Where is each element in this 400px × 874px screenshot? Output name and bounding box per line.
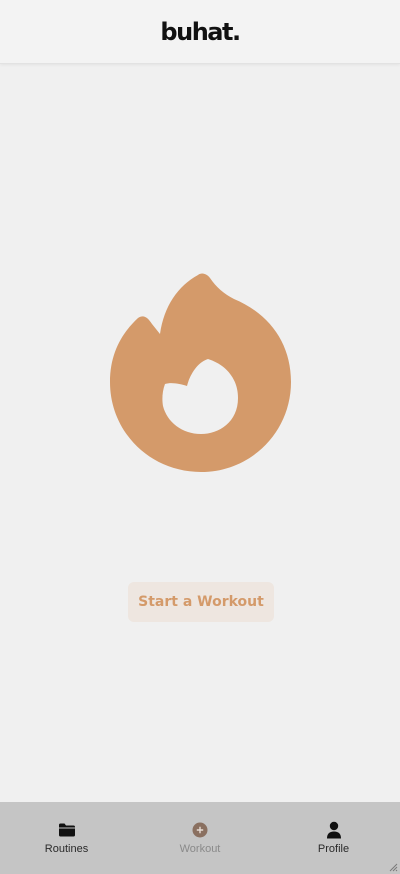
folder-icon: [58, 821, 76, 839]
app-screen: buhat. Start a Workout Routines Workout …: [0, 0, 400, 874]
bottom-nav: Routines Workout Profile: [0, 802, 400, 874]
nav-item-workout[interactable]: Workout: [134, 802, 267, 874]
resize-grip-icon[interactable]: [388, 862, 398, 872]
nav-label-profile: Profile: [317, 843, 350, 855]
nav-label-workout: Workout: [179, 843, 221, 855]
nav-item-profile[interactable]: Profile: [267, 802, 400, 874]
nav-label-routines: Routines: [44, 843, 89, 855]
person-icon: [325, 821, 343, 839]
start-workout-button[interactable]: Start a Workout: [128, 582, 274, 622]
nav-item-routines[interactable]: Routines: [0, 802, 133, 874]
start-workout-label: Start a Workout: [138, 594, 264, 610]
app-logo: buhat.: [160, 17, 241, 46]
flame-icon: [110, 273, 291, 472]
top-bar: buhat.: [0, 0, 400, 64]
plus-circle-icon: [191, 821, 209, 839]
